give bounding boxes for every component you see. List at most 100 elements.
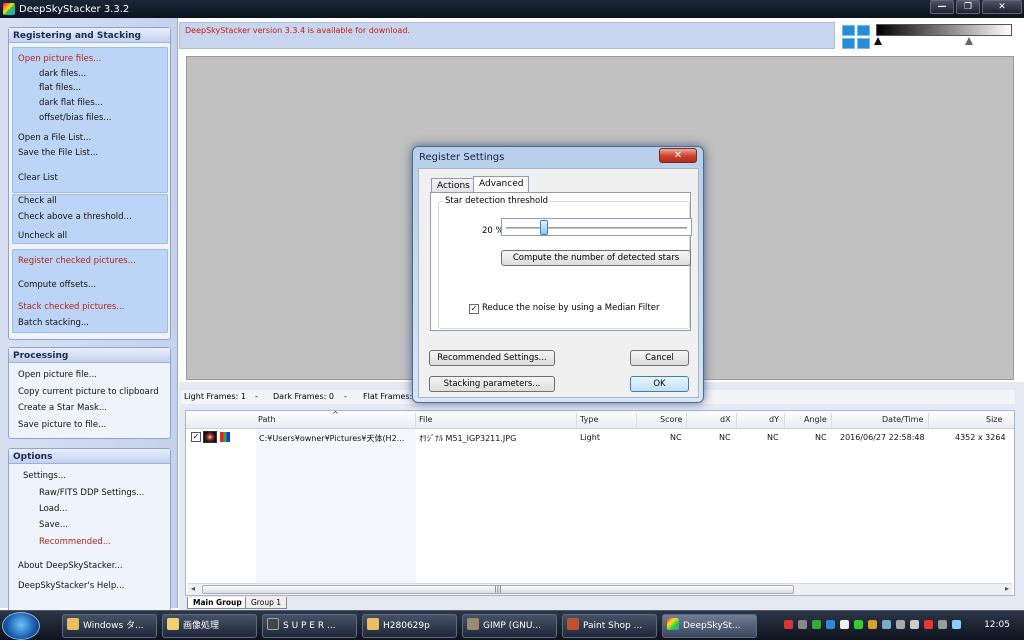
histogram-gradient[interactable]: [874, 24, 1014, 46]
save-settings-link[interactable]: Save...: [39, 520, 68, 530]
scroll-left-icon[interactable]: ◂: [191, 584, 195, 593]
open-file-list-link[interactable]: Open a File List...: [18, 133, 91, 143]
grid-view-icon[interactable]: [842, 25, 870, 49]
threshold-slider[interactable]: [501, 218, 692, 236]
median-filter-label[interactable]: Reduce the noise by using a Median Filte…: [482, 303, 659, 313]
taskbar-item-explorer[interactable]: Windows タ...: [62, 614, 157, 638]
update-notification-text[interactable]: DeepSkyStacker version 3.3.4 is availabl…: [185, 26, 410, 35]
row-dy: NC: [767, 433, 779, 442]
tray-icon[interactable]: [882, 620, 891, 629]
tab-main-group[interactable]: Main Group: [187, 597, 248, 609]
taskbar-item-paintshop[interactable]: Paint Shop ...: [562, 614, 657, 638]
mid-point-handle[interactable]: [965, 37, 973, 45]
row-path: C:¥Users¥owner¥Pictures¥天体(H2...: [259, 434, 405, 443]
header-dx[interactable]: dX: [720, 415, 731, 424]
close-button[interactable]: ✕: [982, 0, 1022, 14]
save-picture-link[interactable]: Save picture to file...: [18, 420, 106, 430]
white-point-handle[interactable]: [1004, 37, 1012, 45]
maximize-button[interactable]: ❐: [956, 0, 980, 14]
flat-files-link[interactable]: flat files...: [39, 83, 81, 93]
tray-icon[interactable]: [896, 620, 905, 629]
recommended-link[interactable]: Recommended...: [39, 537, 111, 547]
row-checkbox[interactable]: ✓: [191, 432, 201, 442]
tab-group-1[interactable]: Group 1: [245, 597, 287, 609]
minimize-button[interactable]: —: [930, 0, 954, 14]
uncheck-all-link[interactable]: Uncheck all: [18, 231, 67, 241]
clear-list-link[interactable]: Clear List: [18, 173, 58, 183]
tray-icon[interactable]: [798, 620, 807, 629]
register-settings-dialog: Register Settings ✕ Actions Advanced Sta…: [412, 146, 704, 403]
dialog-close-button[interactable]: ✕: [659, 148, 697, 163]
header-path[interactable]: Path: [258, 415, 276, 424]
header-size[interactable]: Size: [986, 415, 1002, 424]
stacking-parameters-button[interactable]: Stacking parameters...: [429, 376, 555, 392]
horizontal-scrollbar[interactable]: ◂ ||| ▸: [188, 583, 1012, 595]
settings-link[interactable]: Settings...: [23, 471, 66, 481]
taskbar-item-deepskystacker[interactable]: DeepSkySt...: [662, 614, 757, 638]
about-link[interactable]: About DeepSkyStacker...: [18, 561, 123, 571]
compute-offsets-link[interactable]: Compute offsets...: [18, 280, 96, 290]
tray-icon[interactable]: [840, 620, 849, 629]
taskbar-item-gimp[interactable]: GIMP (GNU...: [462, 614, 557, 638]
compute-stars-button[interactable]: Compute the number of detected stars: [501, 250, 691, 266]
taskbar-item-image-processing[interactable]: 画像処理: [162, 614, 257, 638]
header-datetime[interactable]: Date/Time: [882, 415, 923, 424]
row-angle: NC: [815, 433, 827, 442]
tray-icon[interactable]: [784, 620, 793, 629]
file-list[interactable]: ^ Path File Type Score dX dY Angle Date/…: [185, 410, 1015, 596]
sort-arrow-icon: ^: [332, 410, 339, 419]
tray-icon[interactable]: [854, 620, 863, 629]
row-size: 4352 x 3264: [955, 433, 1006, 442]
save-file-list-link[interactable]: Save the File List...: [18, 148, 98, 158]
header-angle[interactable]: Angle: [804, 415, 827, 424]
header-file[interactable]: File: [419, 415, 432, 424]
help-link[interactable]: DeepSkyStacker's Help...: [18, 581, 124, 591]
tray-icon[interactable]: [910, 620, 919, 629]
tray-icon[interactable]: [952, 620, 961, 629]
header-type[interactable]: Type: [580, 415, 598, 424]
offset-bias-files-link[interactable]: offset/bias files...: [39, 113, 112, 123]
title-bar: DeepSkyStacker 3.3.2 — ❐ ✕: [0, 0, 1024, 18]
thumbnail-icon: [203, 431, 217, 443]
dark-flat-files-link[interactable]: dark flat files...: [39, 98, 103, 108]
tray-icon[interactable]: [868, 620, 877, 629]
taskbar-item-folder[interactable]: H280629p: [362, 614, 457, 638]
taskbar-item-super[interactable]: S U P E R ...: [262, 614, 357, 638]
dialog-body: Actions Advanced Star detection threshol…: [418, 168, 699, 398]
cancel-button[interactable]: Cancel: [630, 350, 689, 366]
tray-icon[interactable]: [826, 620, 835, 629]
clock[interactable]: 12:05: [984, 620, 1010, 630]
scroll-right-icon[interactable]: ▸: [1005, 584, 1009, 593]
scroll-thumb[interactable]: |||: [202, 585, 794, 594]
tray-icon[interactable]: [812, 620, 821, 629]
tray-icon[interactable]: [938, 620, 947, 629]
load-settings-link[interactable]: Load...: [39, 504, 68, 514]
open-picture-file-link[interactable]: Open picture file...: [18, 370, 97, 380]
register-checked-link[interactable]: Register checked pictures...: [18, 256, 136, 266]
check-above-threshold-link[interactable]: Check above a threshold...: [18, 212, 132, 222]
threshold-group-label: Star detection threshold: [443, 196, 551, 206]
gradient-bar: [876, 24, 1012, 36]
update-notification[interactable]: DeepSkyStacker version 3.3.4 is availabl…: [179, 22, 835, 49]
median-filter-checkbox[interactable]: ✓: [469, 304, 479, 314]
dark-files-link[interactable]: dark files...: [39, 69, 86, 79]
header-score[interactable]: Score: [660, 415, 682, 424]
tray-icon[interactable]: [924, 620, 933, 629]
scroll-grip: |||: [494, 585, 502, 593]
start-button[interactable]: [2, 612, 40, 640]
light-frames-count: Light Frames: 1: [184, 392, 246, 401]
create-star-mask-link[interactable]: Create a Star Mask...: [18, 403, 107, 413]
recommended-settings-button[interactable]: Recommended Settings...: [429, 350, 555, 366]
slider-thumb[interactable]: [540, 220, 548, 235]
open-picture-files-link[interactable]: Open picture files...: [18, 54, 101, 64]
taskbar: Windows タ... 画像処理 S U P E R ... H280629p…: [0, 610, 1024, 640]
check-all-link[interactable]: Check all: [18, 196, 57, 206]
header-dy[interactable]: dY: [769, 415, 779, 424]
batch-stacking-link[interactable]: Batch stacking...: [18, 318, 89, 328]
stack-checked-link[interactable]: Stack checked pictures...: [18, 302, 124, 312]
black-point-handle[interactable]: [874, 37, 882, 45]
raw-fits-settings-link[interactable]: Raw/FITS DDP Settings...: [39, 488, 144, 498]
ok-button[interactable]: OK: [630, 376, 689, 392]
path-column-highlight: [256, 429, 416, 585]
copy-to-clipboard-link[interactable]: Copy current picture to clipboard: [18, 387, 159, 397]
